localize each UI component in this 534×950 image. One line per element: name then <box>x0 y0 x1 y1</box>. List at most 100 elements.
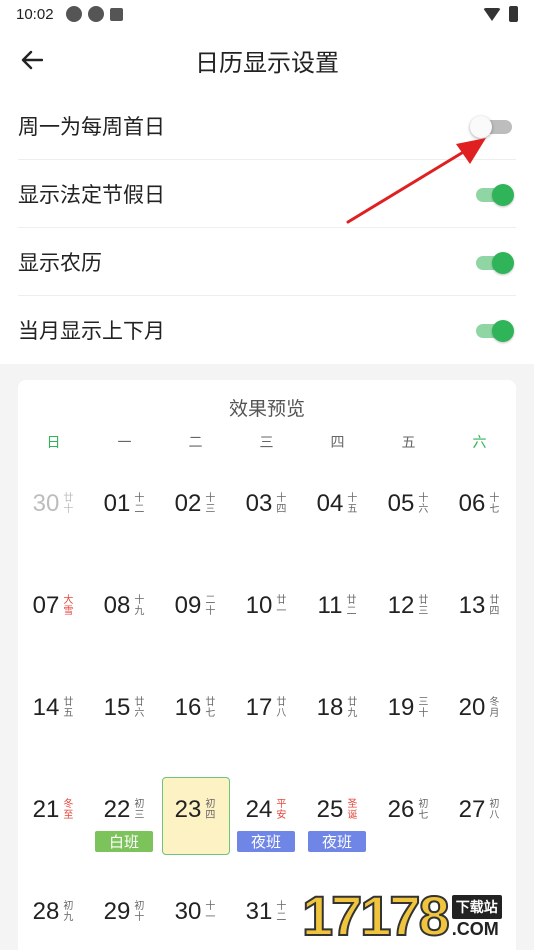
calendar-day-cell[interactable]: 02 十三 <box>160 466 231 568</box>
shift-badge: 夜班 <box>308 831 366 852</box>
toggle-switch[interactable] <box>474 250 514 274</box>
lunar-label: 初七 <box>418 799 429 821</box>
toggle-switch[interactable] <box>474 182 514 206</box>
day-number: 23 <box>174 796 202 823</box>
toggle-switch[interactable] <box>474 318 514 342</box>
setting-row-monday-first[interactable]: 周一为每周首日 <box>18 92 516 160</box>
day-number: 26 <box>387 796 415 823</box>
setting-row-holidays[interactable]: 显示法定节假日 <box>18 160 516 228</box>
settings-panel: 日历显示设置 周一为每周首日 显示法定节假日 显示农历 当月显示上下月 <box>0 28 534 364</box>
weekday-header: 日 一 二 三 四 五 六 <box>18 432 516 452</box>
lunar-label: 十二 <box>134 493 145 515</box>
calendar-day-cell[interactable]: 10 廿一 <box>231 568 302 670</box>
calendar-day-cell[interactable]: 17 廿八 <box>231 670 302 772</box>
calendar-day-cell[interactable]: 05 十六 <box>373 466 444 568</box>
lunar-label: 初四 <box>205 799 216 821</box>
calendar-day-cell[interactable]: 21 冬至 <box>18 772 89 874</box>
setting-label: 显示农历 <box>18 250 102 275</box>
lunar-label: 廿四 <box>489 595 500 617</box>
calendar-day-cell[interactable]: 09 二十 <box>160 568 231 670</box>
day-number: 20 <box>458 694 486 721</box>
calendar-day-cell[interactable]: 15 廿六 <box>89 670 160 772</box>
day-number: 25 <box>316 796 344 823</box>
calendar-day-cell[interactable]: 06 十七 <box>444 466 515 568</box>
day-number: 07 <box>32 592 60 619</box>
lunar-label: 廿三 <box>418 595 429 617</box>
calendar-day-cell[interactable]: 22 初三白班 <box>89 772 160 874</box>
lunar-label: 十九 <box>134 595 145 617</box>
preview-title: 效果预览 <box>228 398 305 420</box>
back-button[interactable] <box>18 46 46 74</box>
setting-row-lunar[interactable]: 显示农历 <box>18 228 516 296</box>
day-number: 30 <box>32 490 60 517</box>
lunar-label: 三十 <box>418 697 429 719</box>
calendar-day-cell[interactable]: 28 初九 <box>18 874 89 950</box>
day-number: 30 <box>174 898 202 925</box>
lunar-label: 十一 <box>205 901 216 923</box>
setting-row-adjacent-months[interactable]: 当月显示上下月 <box>18 296 516 364</box>
a-notification-icon <box>109 7 123 21</box>
calendar-day-cell[interactable]: 31 十二 <box>231 874 302 950</box>
calendar-day-cell[interactable]: 19 三十 <box>373 670 444 772</box>
day-number: 15 <box>103 694 131 721</box>
day-number: 28 <box>32 898 60 925</box>
calendar-day-cell[interactable]: 20 冬月 <box>444 670 515 772</box>
day-number: 21 <box>32 796 60 823</box>
lunar-label: 初九 <box>63 901 74 923</box>
calendar-day-cell[interactable]: 13 廿四 <box>444 568 515 670</box>
lunar-label: 初三 <box>134 799 145 821</box>
calendar-day-cell[interactable]: 12 廿三 <box>373 568 444 670</box>
day-number: 19 <box>387 694 415 721</box>
calendar-day-cell[interactable]: 27 初八 <box>444 772 515 874</box>
day-number: 12 <box>387 592 415 619</box>
weekday-label: 五 <box>401 435 416 451</box>
day-number: 31 <box>245 898 273 925</box>
calendar-day-cell[interactable]: 29 初十 <box>89 874 160 950</box>
day-number: 24 <box>245 796 273 823</box>
shift-badge: 白班 <box>95 831 153 852</box>
lunar-label: 廿十 <box>63 493 74 515</box>
lunar-label: 冬至 <box>63 799 74 821</box>
day-number: 11 <box>317 592 343 619</box>
lunar-label: 冬月 <box>489 697 500 719</box>
weekday-label: 三 <box>259 435 274 451</box>
day-number: 29 <box>103 898 131 925</box>
calendar-day-cell[interactable]: 03 十四 <box>231 466 302 568</box>
lunar-label: 十七 <box>489 493 500 515</box>
day-number: 05 <box>387 490 415 517</box>
calendar-day-cell[interactable]: 30 廿十 <box>18 466 89 568</box>
day-number: 10 <box>245 592 273 619</box>
day-number: 02 <box>174 490 202 517</box>
lunar-label: 廿五 <box>63 697 74 719</box>
calendar-day-cell[interactable]: 26 初七 <box>373 772 444 874</box>
page-title: 日历显示设置 <box>195 48 339 77</box>
weekday-label: 一 <box>117 435 132 451</box>
toggle-switch[interactable] <box>470 114 514 138</box>
watermark-label: 下载站 <box>451 895 502 919</box>
calendar-day-cell[interactable]: 25 圣诞 夜班 <box>302 772 373 874</box>
setting-label: 周一为每周首日 <box>18 114 165 139</box>
lunar-label: 十二 <box>276 901 287 923</box>
day-number: 22 <box>103 796 131 823</box>
day-number: 14 <box>32 694 60 721</box>
setting-label: 当月显示上下月 <box>18 319 165 343</box>
lunar-label: 十六 <box>418 493 429 515</box>
calendar-day-cell[interactable]: 11 廿二 <box>302 568 373 670</box>
calendar-day-cell[interactable]: 14 廿五 <box>18 670 89 772</box>
calendar-day-cell[interactable]: 16 廿七 <box>160 670 231 772</box>
aperture-icon <box>87 6 104 22</box>
wifi-icon <box>483 7 501 21</box>
lunar-label: 初十 <box>134 901 145 923</box>
calendar-day-cell[interactable]: 07 大雪 <box>18 568 89 670</box>
battery-icon <box>509 6 518 22</box>
calendar-day-cell[interactable]: 18 廿九 <box>302 670 373 772</box>
lunar-label: 廿一 <box>276 595 287 617</box>
calendar-day-cell[interactable]: 30 十一 <box>160 874 231 950</box>
calendar-day-cell[interactable]: 04 十五 <box>302 466 373 568</box>
calendar-day-cell[interactable]: 08 十九 <box>89 568 160 670</box>
status-time: 10:02 <box>16 5 54 23</box>
calendar-day-cell[interactable]: 24 平安 夜班 <box>231 772 302 874</box>
calendar-day-cell[interactable]: 01 十二 <box>89 466 160 568</box>
calendar-day-cell[interactable]: 23 初四 <box>160 772 231 874</box>
lunar-label: 初八 <box>489 799 500 821</box>
